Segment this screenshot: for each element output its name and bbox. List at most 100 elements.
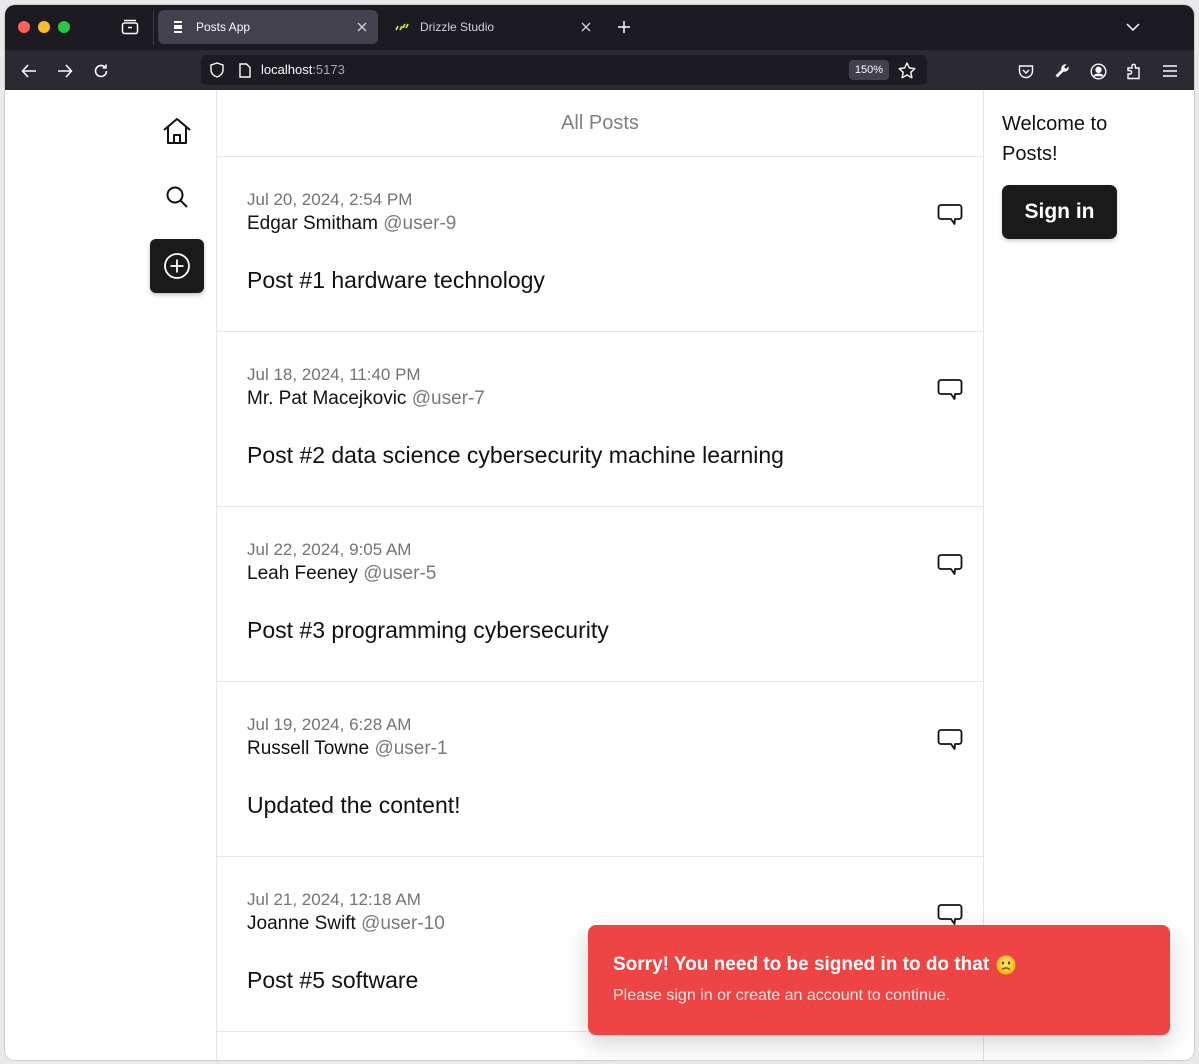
comment-icon: [937, 554, 963, 575]
arrow-right-icon: [58, 64, 73, 78]
tab-strip: Posts App Drizzle Studio: [5, 5, 1194, 50]
tab-separator: [153, 11, 154, 45]
toast-description: Please sign in or create an account to c…: [613, 987, 951, 1004]
puzzle-icon: [1127, 63, 1140, 79]
reload-icon: [94, 64, 108, 78]
nav-home-button[interactable]: [150, 104, 204, 158]
arrow-left-icon: [21, 64, 36, 78]
post-author-name[interactable]: Russell Towne: [247, 738, 369, 759]
page-content: All Posts Jul 20, 2024, 2:54 PM Edgar Sm…: [5, 90, 1194, 1060]
toast-title: Sorry! You need to be signed in to do th…: [613, 953, 1145, 977]
tab-drizzle-studio[interactable]: Drizzle Studio: [382, 10, 602, 44]
comment-icon: [937, 729, 963, 750]
plus-circle-icon: [164, 253, 190, 279]
new-tab-button[interactable]: [613, 16, 635, 38]
url-port: :5173: [312, 62, 345, 77]
pocket-icon: [1018, 64, 1034, 78]
home-icon: [163, 118, 191, 144]
list-all-tabs-button[interactable]: [1122, 17, 1144, 37]
post-author-handle[interactable]: @user-10: [361, 913, 445, 934]
post-author-handle[interactable]: @user-9: [383, 213, 456, 234]
toast-title-text: Sorry! You need to be signed in to do th…: [613, 954, 990, 975]
page-icon: [170, 19, 186, 35]
tab-posts-app[interactable]: Posts App: [158, 10, 378, 44]
menu-button[interactable]: [1157, 58, 1183, 84]
hamburger-menu-icon: [1163, 65, 1177, 77]
url-host: localhost: [261, 62, 313, 77]
post-date: Jul 19, 2024, 6:28 AM: [247, 715, 412, 734]
plus-icon: [618, 21, 630, 33]
post-content: Post #2 data science cybersecurity machi…: [247, 442, 784, 468]
close-window-button[interactable]: [18, 21, 30, 33]
post-item[interactable]: Jul 22, 2024, 9:05 AM Leah Feeney @user-…: [217, 507, 983, 682]
comment-button[interactable]: [935, 726, 965, 754]
reload-button[interactable]: [88, 58, 114, 84]
post-author-name[interactable]: Mr. Pat Macejkovic: [247, 388, 406, 409]
post-author-handle[interactable]: @user-5: [363, 563, 436, 584]
welcome-heading: Welcome to Posts!: [1002, 113, 1108, 165]
post-author-handle[interactable]: @user-1: [374, 738, 447, 759]
tab-title: Posts App: [196, 20, 251, 34]
shield-icon[interactable]: [207, 60, 227, 80]
post-author-line: Leah Feeney @user-5: [247, 560, 953, 587]
forward-button[interactable]: [52, 58, 78, 84]
account-icon: [1089, 62, 1107, 80]
left-navigation: [5, 90, 216, 1060]
browser-window: Posts App Drizzle Studio localhost:5173 …: [5, 5, 1194, 1060]
tab-list-icon: [121, 19, 139, 35]
post-author-line: Edgar Smitham @user-9: [247, 210, 953, 237]
post-content: Post #1 hardware technology: [247, 267, 545, 293]
post-content: Post #3 programming cybersecurity: [247, 617, 609, 643]
post-item[interactable]: Jul 19, 2024, 6:28 AM Russell Towne @use…: [217, 682, 983, 857]
close-tab-icon[interactable]: [576, 17, 596, 37]
post-date: Jul 22, 2024, 9:05 AM: [247, 540, 412, 559]
post-author-line: Mr. Pat Macejkovic @user-7: [247, 385, 953, 412]
close-tab-icon[interactable]: [352, 17, 372, 37]
post-list: Jul 20, 2024, 2:54 PM Edgar Smitham @use…: [217, 157, 983, 1032]
zoom-level-badge[interactable]: 150%: [849, 60, 889, 80]
error-toast[interactable]: Sorry! You need to be signed in to do th…: [588, 925, 1170, 1035]
zoom-window-button[interactable]: [58, 21, 70, 33]
feed-title: All Posts: [217, 90, 983, 157]
drizzle-icon: [394, 19, 410, 35]
frowning-face-icon: [996, 955, 1016, 975]
post-author-line: Russell Towne @user-1: [247, 735, 953, 762]
posts-feed: All Posts Jul 20, 2024, 2:54 PM Edgar Sm…: [216, 90, 984, 1060]
chevron-down-icon: [1126, 23, 1140, 31]
comment-icon: [937, 204, 963, 225]
back-button[interactable]: [16, 58, 42, 84]
extensions-button[interactable]: [1121, 58, 1147, 84]
comment-button[interactable]: [935, 551, 965, 579]
wrench-icon: [1055, 64, 1069, 78]
minimize-window-button[interactable]: [38, 21, 50, 33]
tab-title: Drizzle Studio: [420, 20, 495, 34]
nav-new-post-button[interactable]: [150, 239, 204, 293]
url-text[interactable]: localhost:5173: [261, 62, 345, 77]
post-date: Jul 20, 2024, 2:54 PM: [247, 190, 413, 209]
comment-button[interactable]: [935, 201, 965, 229]
url-bar[interactable]: localhost:5173 150%: [201, 55, 927, 85]
comment-button[interactable]: [935, 376, 965, 404]
post-date: Jul 21, 2024, 12:18 AM: [247, 890, 421, 909]
post-author-handle[interactable]: @user-7: [412, 388, 485, 409]
post-author-name[interactable]: Leah Feeney: [247, 563, 358, 584]
post-date: Jul 18, 2024, 11:40 PM: [247, 365, 421, 384]
right-panel: Welcome to Posts! Sign in: [984, 90, 1194, 1060]
post-content: Updated the content!: [247, 792, 461, 818]
pocket-button[interactable]: [1013, 58, 1039, 84]
page-info-icon[interactable]: [235, 60, 255, 80]
post-item[interactable]: Jul 20, 2024, 2:54 PM Edgar Smitham @use…: [217, 157, 983, 332]
post-item[interactable]: Jul 18, 2024, 11:40 PM Mr. Pat Macejkovi…: [217, 332, 983, 507]
developer-tools-button[interactable]: [1049, 58, 1075, 84]
navigation-toolbar: localhost:5173 150%: [5, 50, 1194, 90]
post-author-name[interactable]: Edgar Smitham: [247, 213, 378, 234]
sign-in-button[interactable]: Sign in: [1002, 185, 1117, 239]
bookmark-star-icon[interactable]: [897, 60, 917, 80]
nav-search-button[interactable]: [150, 170, 204, 224]
search-icon: [166, 186, 188, 208]
post-author-name[interactable]: Joanne Swift: [247, 913, 356, 934]
account-button[interactable]: [1085, 58, 1111, 84]
comment-icon: [937, 904, 963, 925]
comment-icon: [937, 379, 963, 400]
tab-list-button[interactable]: [119, 17, 141, 37]
